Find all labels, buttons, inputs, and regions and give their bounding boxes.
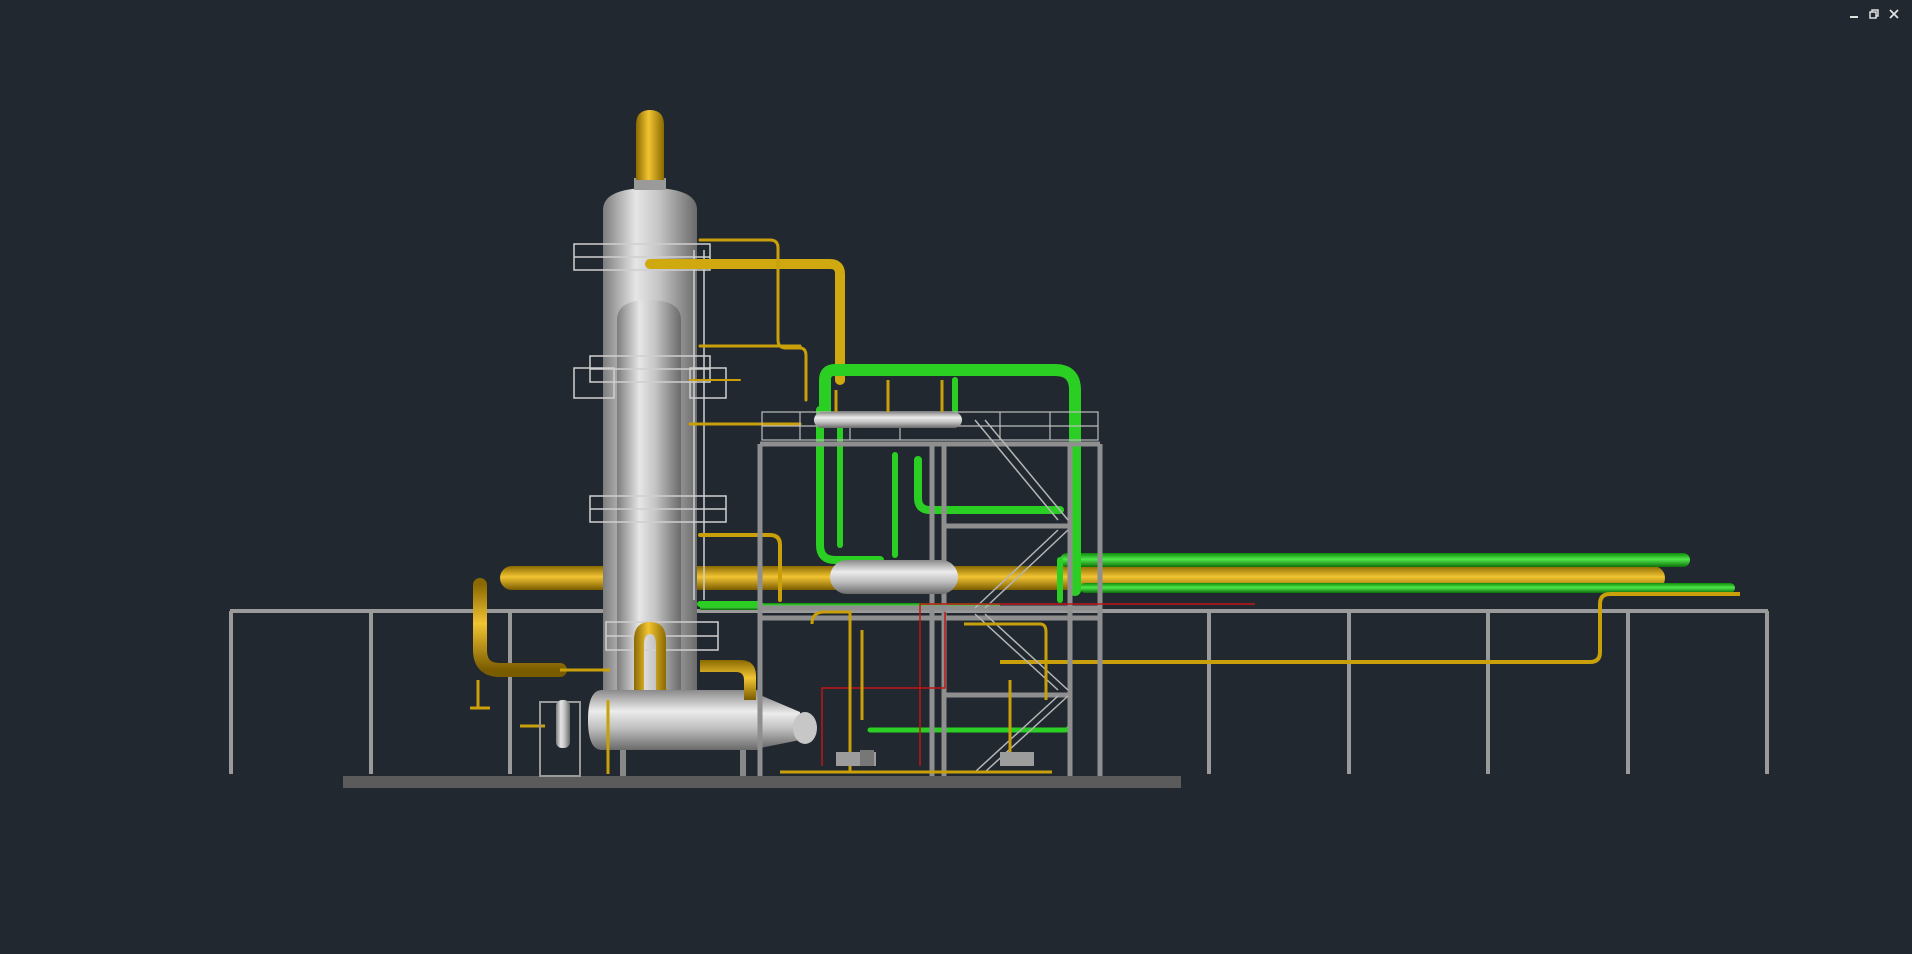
mid-horizontal-vessel[interactable] <box>830 560 958 594</box>
staircase[interactable] <box>974 419 1069 773</box>
left-small-vessel[interactable] <box>556 700 570 748</box>
header-valves[interactable] <box>834 380 944 412</box>
left-yellow-loop[interactable] <box>473 578 567 677</box>
model-viewport[interactable] <box>0 0 1912 954</box>
top-header-drum[interactable] <box>814 412 962 428</box>
red-instrument-lines[interactable] <box>821 603 1255 766</box>
ground-slab[interactable] <box>343 776 1181 788</box>
top-vent-pipe[interactable] <box>636 110 664 180</box>
reboiler-drum[interactable] <box>588 690 817 776</box>
plant-model-scene[interactable] <box>0 0 1912 954</box>
pump-equipment[interactable] <box>836 750 1034 766</box>
secondary-column[interactable] <box>617 300 681 700</box>
